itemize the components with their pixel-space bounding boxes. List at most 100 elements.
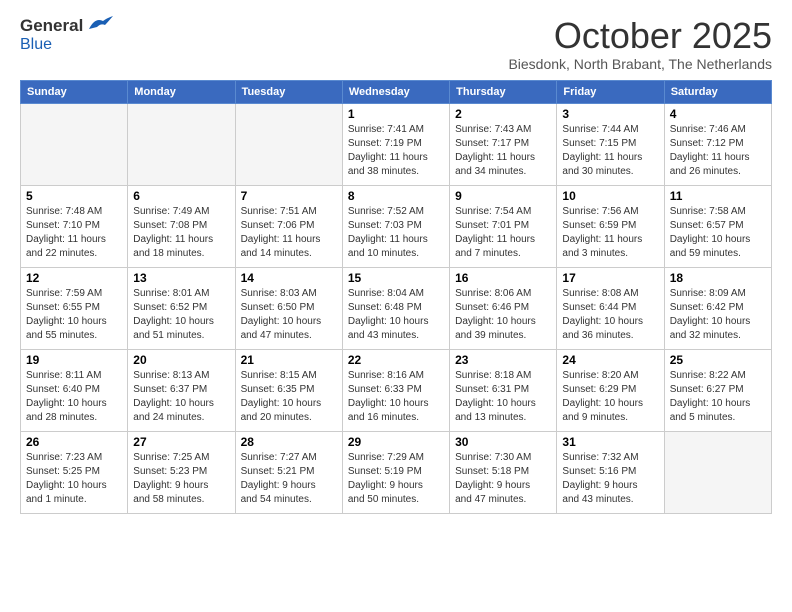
day-number-0-3: 1 (348, 107, 444, 121)
logo-bird-icon (85, 15, 113, 33)
calendar-cell-2-5: 17Sunrise: 8:08 AMSunset: 6:44 PMDayligh… (557, 267, 664, 349)
day-info-line-4-2-2: Daylight: 9 hours (241, 479, 337, 493)
day-number-2-4: 16 (455, 271, 551, 285)
day-info-line-4-3-3: and 50 minutes. (348, 493, 444, 507)
day-info-line-1-1-1: Sunset: 7:08 PM (133, 219, 229, 233)
day-number-0-5: 3 (562, 107, 658, 121)
logo-text-blue: Blue (20, 36, 52, 53)
day-info-line-2-4-2: Daylight: 10 hours (455, 315, 551, 329)
calendar-cell-3-0: 19Sunrise: 8:11 AMSunset: 6:40 PMDayligh… (21, 349, 128, 431)
day-info-line-3-3-1: Sunset: 6:33 PM (348, 383, 444, 397)
day-info-line-4-5-2: Daylight: 9 hours (562, 479, 658, 493)
day-number-1-4: 9 (455, 189, 551, 203)
day-info-line-3-0-0: Sunrise: 8:11 AM (26, 369, 122, 383)
day-number-4-5: 31 (562, 435, 658, 449)
day-info-line-4-3-2: Daylight: 9 hours (348, 479, 444, 493)
header: General Blue October 2025 Biesdonk, Nort… (20, 16, 772, 72)
calendar-cell-3-2: 21Sunrise: 8:15 AMSunset: 6:35 PMDayligh… (235, 349, 342, 431)
calendar-cell-3-5: 24Sunrise: 8:20 AMSunset: 6:29 PMDayligh… (557, 349, 664, 431)
day-info-line-3-6-1: Sunset: 6:27 PM (670, 383, 766, 397)
day-info-line-2-5-0: Sunrise: 8:08 AM (562, 287, 658, 301)
day-info-line-2-1-2: Daylight: 10 hours (133, 315, 229, 329)
day-info-line-1-3-3: and 10 minutes. (348, 247, 444, 261)
day-info-line-2-3-2: Daylight: 10 hours (348, 315, 444, 329)
day-info-line-2-3-1: Sunset: 6:48 PM (348, 301, 444, 315)
day-info-line-2-5-3: and 36 minutes. (562, 329, 658, 343)
day-number-2-1: 13 (133, 271, 229, 285)
day-info-line-3-5-3: and 9 minutes. (562, 411, 658, 425)
day-info-line-1-1-2: Daylight: 11 hours (133, 233, 229, 247)
day-info-line-4-1-0: Sunrise: 7:25 AM (133, 451, 229, 465)
day-info-line-2-2-2: Daylight: 10 hours (241, 315, 337, 329)
day-info-line-1-5-1: Sunset: 6:59 PM (562, 219, 658, 233)
day-info-line-0-6-3: and 26 minutes. (670, 165, 766, 179)
day-info-line-0-6-0: Sunrise: 7:46 AM (670, 123, 766, 137)
col-sunday: Sunday (21, 80, 128, 103)
day-info-line-4-4-1: Sunset: 5:18 PM (455, 465, 551, 479)
calendar-cell-1-6: 11Sunrise: 7:58 AMSunset: 6:57 PMDayligh… (664, 185, 771, 267)
day-info-line-2-3-0: Sunrise: 8:04 AM (348, 287, 444, 301)
day-info-line-0-6-2: Daylight: 11 hours (670, 151, 766, 165)
day-number-3-6: 25 (670, 353, 766, 367)
day-number-3-4: 23 (455, 353, 551, 367)
day-info-line-3-5-0: Sunrise: 8:20 AM (562, 369, 658, 383)
day-info-line-1-2-0: Sunrise: 7:51 AM (241, 205, 337, 219)
logo-text-general: General (20, 16, 83, 36)
calendar-cell-0-6: 4Sunrise: 7:46 AMSunset: 7:12 PMDaylight… (664, 103, 771, 185)
day-info-line-3-0-1: Sunset: 6:40 PM (26, 383, 122, 397)
week-row-1: 5Sunrise: 7:48 AMSunset: 7:10 PMDaylight… (21, 185, 772, 267)
day-number-1-1: 6 (133, 189, 229, 203)
calendar-table: Sunday Monday Tuesday Wednesday Thursday… (20, 80, 772, 514)
day-info-line-1-4-1: Sunset: 7:01 PM (455, 219, 551, 233)
day-number-4-3: 29 (348, 435, 444, 449)
day-number-1-2: 7 (241, 189, 337, 203)
day-info-line-2-6-0: Sunrise: 8:09 AM (670, 287, 766, 301)
col-thursday: Thursday (450, 80, 557, 103)
day-info-line-2-0-0: Sunrise: 7:59 AM (26, 287, 122, 301)
day-info-line-1-6-0: Sunrise: 7:58 AM (670, 205, 766, 219)
day-info-line-4-5-3: and 43 minutes. (562, 493, 658, 507)
month-title: October 2025 (508, 16, 772, 56)
day-info-line-4-5-1: Sunset: 5:16 PM (562, 465, 658, 479)
calendar-cell-4-5: 31Sunrise: 7:32 AMSunset: 5:16 PMDayligh… (557, 431, 664, 513)
day-number-2-0: 12 (26, 271, 122, 285)
day-info-line-2-0-2: Daylight: 10 hours (26, 315, 122, 329)
day-info-line-3-4-0: Sunrise: 8:18 AM (455, 369, 551, 383)
day-number-2-2: 14 (241, 271, 337, 285)
logo: General Blue (20, 16, 113, 54)
day-info-line-1-5-0: Sunrise: 7:56 AM (562, 205, 658, 219)
col-wednesday: Wednesday (342, 80, 449, 103)
day-info-line-4-0-1: Sunset: 5:25 PM (26, 465, 122, 479)
day-number-2-5: 17 (562, 271, 658, 285)
day-info-line-4-0-0: Sunrise: 7:23 AM (26, 451, 122, 465)
calendar-cell-2-2: 14Sunrise: 8:03 AMSunset: 6:50 PMDayligh… (235, 267, 342, 349)
calendar-cell-0-5: 3Sunrise: 7:44 AMSunset: 7:15 PMDaylight… (557, 103, 664, 185)
day-info-line-1-4-2: Daylight: 11 hours (455, 233, 551, 247)
calendar-cell-0-4: 2Sunrise: 7:43 AMSunset: 7:17 PMDaylight… (450, 103, 557, 185)
day-info-line-3-3-2: Daylight: 10 hours (348, 397, 444, 411)
day-info-line-2-2-1: Sunset: 6:50 PM (241, 301, 337, 315)
day-info-line-4-4-2: Daylight: 9 hours (455, 479, 551, 493)
day-info-line-2-1-3: and 51 minutes. (133, 329, 229, 343)
day-number-1-6: 11 (670, 189, 766, 203)
day-info-line-0-6-1: Sunset: 7:12 PM (670, 137, 766, 151)
day-info-line-0-5-2: Daylight: 11 hours (562, 151, 658, 165)
calendar-cell-2-1: 13Sunrise: 8:01 AMSunset: 6:52 PMDayligh… (128, 267, 235, 349)
day-info-line-3-2-1: Sunset: 6:35 PM (241, 383, 337, 397)
calendar-cell-2-6: 18Sunrise: 8:09 AMSunset: 6:42 PMDayligh… (664, 267, 771, 349)
week-row-0: 1Sunrise: 7:41 AMSunset: 7:19 PMDaylight… (21, 103, 772, 185)
calendar-cell-1-0: 5Sunrise: 7:48 AMSunset: 7:10 PMDaylight… (21, 185, 128, 267)
calendar-cell-1-4: 9Sunrise: 7:54 AMSunset: 7:01 PMDaylight… (450, 185, 557, 267)
day-info-line-2-2-3: and 47 minutes. (241, 329, 337, 343)
day-info-line-1-6-3: and 59 minutes. (670, 247, 766, 261)
calendar-cell-0-0 (21, 103, 128, 185)
week-row-4: 26Sunrise: 7:23 AMSunset: 5:25 PMDayligh… (21, 431, 772, 513)
day-number-4-2: 28 (241, 435, 337, 449)
day-number-2-6: 18 (670, 271, 766, 285)
day-info-line-1-5-3: and 3 minutes. (562, 247, 658, 261)
day-info-line-3-0-3: and 28 minutes. (26, 411, 122, 425)
day-info-line-3-2-3: and 20 minutes. (241, 411, 337, 425)
day-info-line-3-1-0: Sunrise: 8:13 AM (133, 369, 229, 383)
day-info-line-4-4-0: Sunrise: 7:30 AM (455, 451, 551, 465)
col-saturday: Saturday (664, 80, 771, 103)
